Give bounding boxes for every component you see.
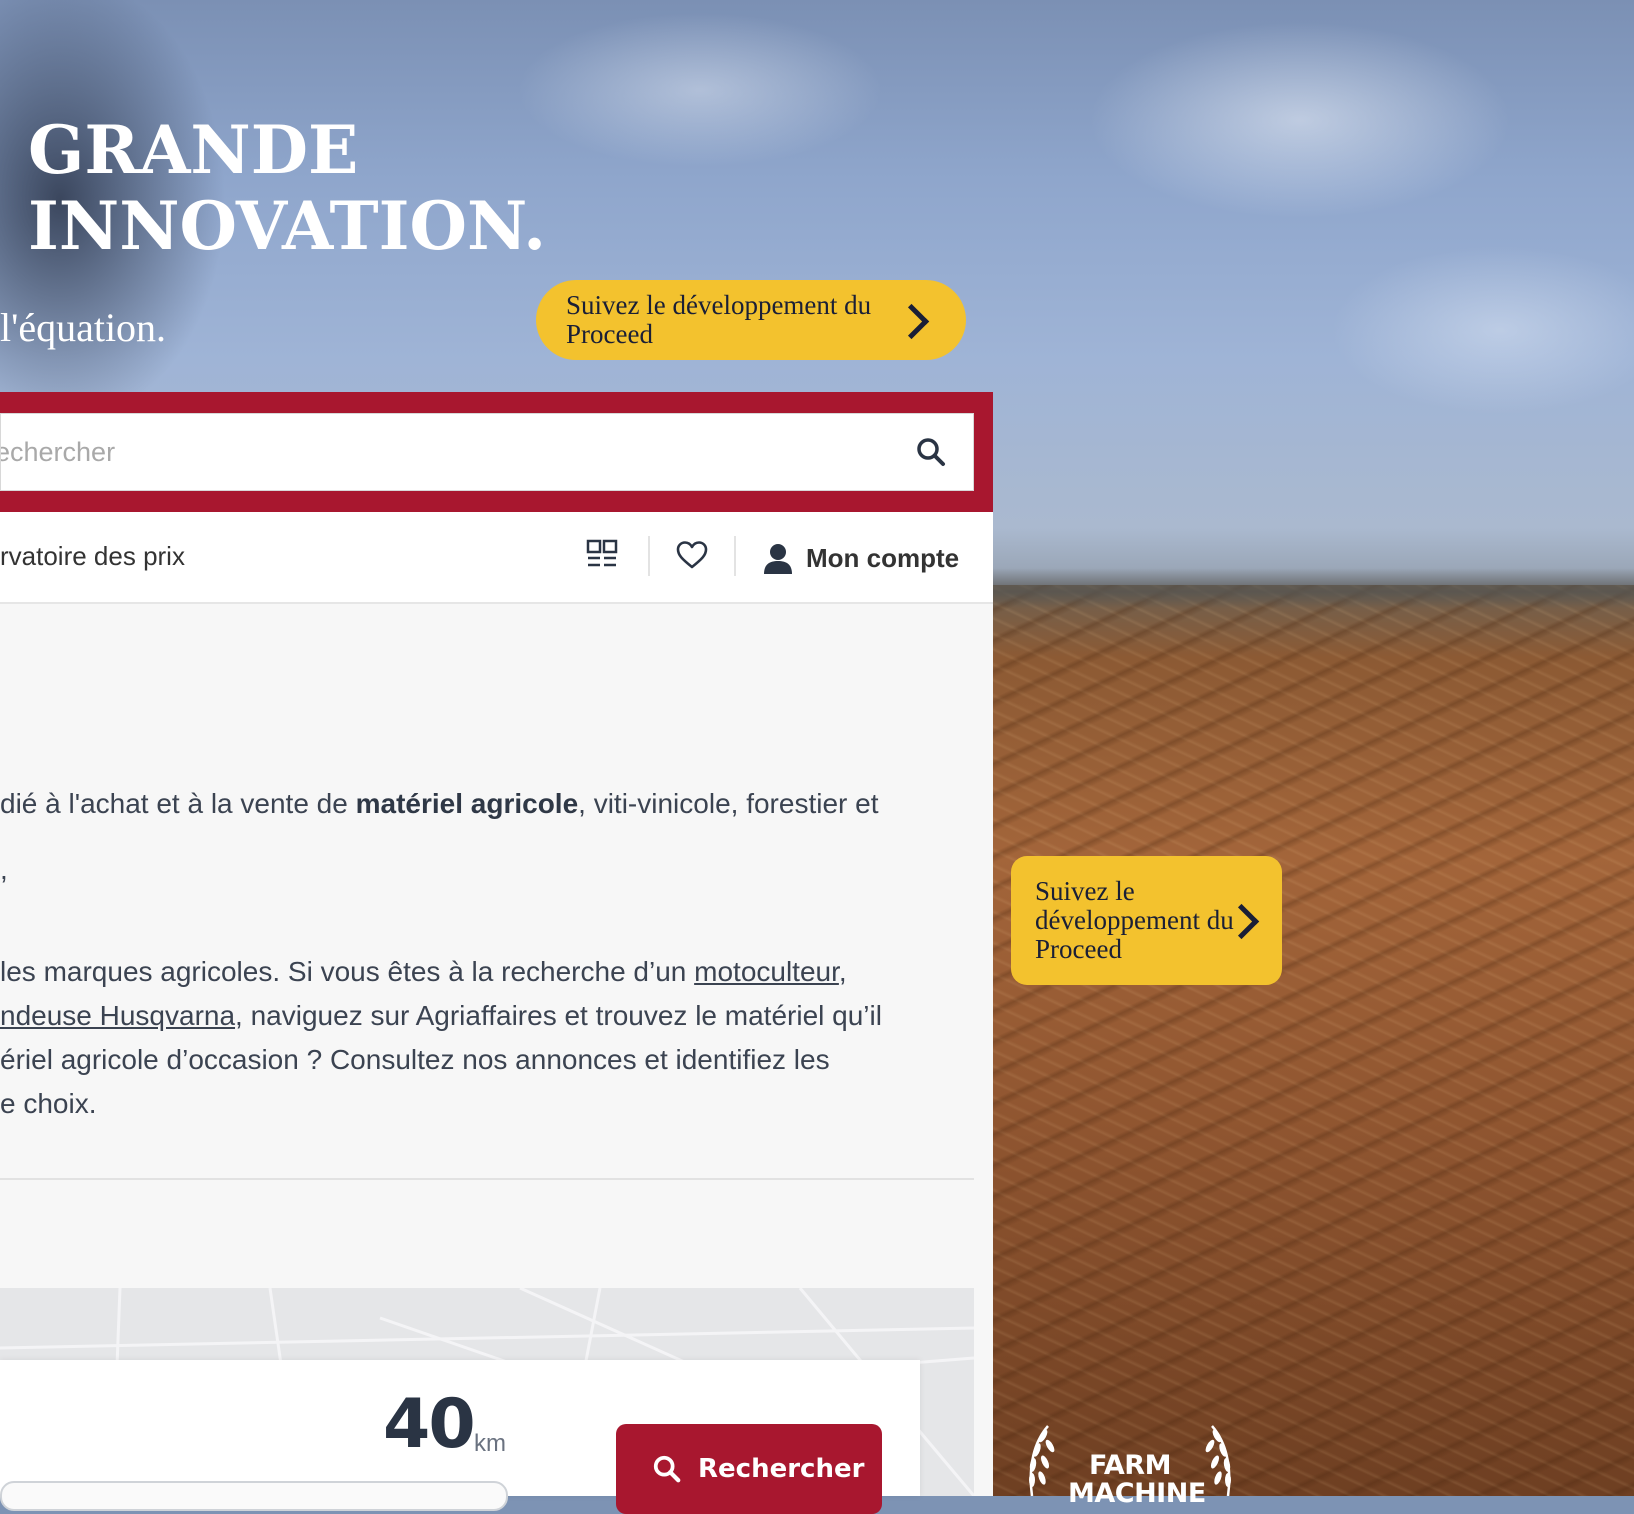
heart-icon[interactable] — [676, 540, 708, 570]
main-panel: rvatoire des prix Mon compte dié à l'ach… — [0, 392, 993, 1514]
chevron-right-icon — [893, 303, 930, 340]
cta-follow-proceed-button[interactable]: Suivez le développement du Proceed — [536, 280, 966, 360]
search-box — [0, 413, 974, 491]
user-icon — [764, 544, 792, 574]
account-label: Mon compte — [806, 542, 960, 573]
radius-value: 40 — [383, 1385, 476, 1464]
search-submit-label: Rechercher — [698, 1454, 865, 1484]
hero-title-line1: GRANDE — [28, 111, 359, 189]
locator-card: 40 km Rechercher — [0, 1360, 920, 1514]
nav-separator — [648, 536, 650, 576]
text-segment: , naviguez sur Agriaffaires et trouvez l… — [235, 1000, 882, 1031]
link-motoculteur[interactable]: motoculteur — [694, 956, 839, 987]
search-submit-button[interactable]: Rechercher — [616, 1424, 882, 1514]
nav-link-price-observatory[interactable]: rvatoire des prix — [0, 541, 185, 572]
search-input[interactable] — [1, 414, 891, 490]
hero-title-line2: INNOVATION. — [28, 187, 547, 265]
intro-paragraph-line: ériel agricole d’occasion ? Consultez no… — [0, 1044, 830, 1075]
link-tondeuse-husqvarna[interactable]: ndeuse Husqvarna — [0, 1000, 235, 1031]
text-segment: , — [838, 956, 847, 987]
nav-bar: rvatoire des prix Mon compte — [0, 512, 993, 604]
cta-label: Suivez le développement du Proceed — [566, 290, 872, 349]
hero-subtitle: l'équation. — [0, 305, 167, 350]
search-icon[interactable] — [915, 436, 947, 468]
intro-paragraph-line: dié à l'achat et à la vente de matériel … — [0, 782, 878, 826]
intro-paragraph-line: les marques agricoles. Si vous êtes à la… — [0, 950, 847, 994]
account-button[interactable]: Mon compte — [764, 536, 959, 580]
hero-title: GRANDE INNOVATION. — [28, 112, 546, 264]
cta-follow-proceed-side-button[interactable]: Suivez le développement du Proceed — [1011, 856, 1282, 985]
grid-icon[interactable] — [586, 539, 618, 571]
bold-keyword: matériel agricole — [355, 788, 579, 819]
award-badge: FARM MACHINE — [1010, 1422, 1250, 1508]
radius-slider[interactable] — [0, 1481, 508, 1511]
text-segment: les marques agricoles. Si vous êtes à la… — [0, 956, 695, 987]
text-segment: , viti-vinicole, forestier et — [578, 788, 879, 819]
nav-separator — [734, 536, 736, 576]
search-icon — [653, 1455, 681, 1483]
award-text: FARM MACHINE — [1068, 1450, 1206, 1509]
text-segment: dié à l'achat et à la vente de — [0, 788, 356, 819]
divider — [0, 1178, 974, 1180]
search-band — [0, 392, 993, 512]
intro-paragraph-line: , — [0, 854, 8, 885]
intro-paragraph-line: ndeuse Husqvarna, naviguez sur Agriaffai… — [0, 994, 882, 1038]
cta-side-label: Suivez le développement du Proceed — [1035, 876, 1234, 964]
radius-unit: km — [474, 1430, 506, 1457]
intro-paragraph-line: e choix. — [0, 1088, 97, 1119]
